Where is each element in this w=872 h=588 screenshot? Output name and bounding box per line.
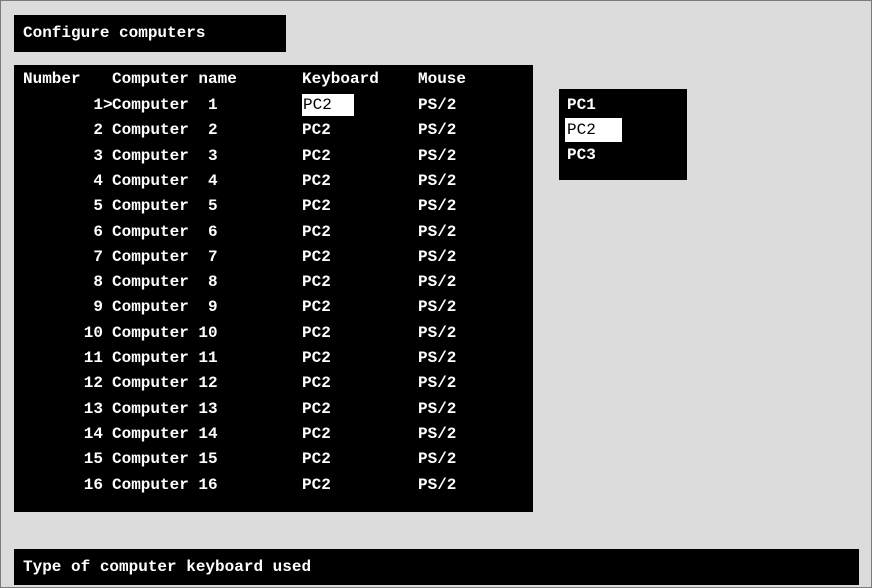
mouse-field[interactable]: PS/2 (418, 146, 456, 166)
keyboard-field[interactable]: PC2 (302, 348, 331, 368)
table-row[interactable]: 14 Computer 14 PC2 PS/2 (14, 424, 533, 449)
table-row[interactable]: 1 > Computer 1 PC2 PS/2 (14, 94, 533, 120)
mouse-field[interactable]: PS/2 (418, 449, 456, 469)
cursor-marker: > (103, 96, 113, 114)
computers-table: Number Computer name Keyboard Mouse 1 > Co… (14, 65, 533, 512)
table-row[interactable]: 9 Computer 9 PC2 PS/2 (14, 297, 533, 322)
keyboard-option[interactable]: PC2 (565, 118, 622, 142)
mouse-field[interactable]: PS/2 (418, 348, 456, 368)
row-number: 12 (83, 374, 103, 393)
keyboard-field[interactable]: PC2 (302, 424, 331, 444)
mouse-field[interactable]: PS/2 (418, 399, 456, 419)
computer-name: Computer 13 (112, 399, 218, 418)
table-row[interactable]: 6 Computer 6 PC2 PS/2 (14, 222, 533, 247)
mouse-field[interactable]: PS/2 (418, 323, 456, 343)
header-keyboard: Keyboard (302, 70, 379, 88)
computer-name: Computer 16 (112, 475, 218, 494)
computer-name: Computer 3 (112, 146, 218, 165)
table-row[interactable]: 12 Computer 12 PC2 PS/2 (14, 373, 533, 398)
row-number: 1 (93, 96, 103, 114)
mouse-field[interactable]: PS/2 (418, 373, 456, 393)
table-row[interactable]: 11 Computer 11 PC2 PS/2 (14, 348, 533, 373)
computer-name: Computer 7 (112, 247, 218, 266)
computer-name: Computer 12 (112, 374, 218, 393)
keyboard-field[interactable]: PC2 (302, 373, 331, 393)
computer-name: Computer 6 (112, 222, 218, 241)
table-row[interactable]: 3 Computer 3 PC2 PS/2 (14, 146, 533, 171)
keyboard-option[interactable]: PC1 (567, 95, 596, 115)
row-number: 6 (93, 222, 103, 241)
row-number: 7 (93, 247, 103, 266)
console-screen: Configure computers Number Computer name… (0, 0, 872, 588)
header-computer-name: Computer name (112, 70, 237, 88)
keyboard-field[interactable]: PC2 (302, 222, 331, 242)
table-row[interactable]: 5 Computer 5 PC2 PS/2 (14, 196, 533, 221)
keyboard-field[interactable]: PC2 (302, 272, 331, 292)
mouse-field[interactable]: PS/2 (418, 424, 456, 444)
mouse-field[interactable]: PS/2 (418, 297, 456, 317)
mouse-field[interactable]: PS/2 (418, 171, 456, 191)
computer-name: Computer 14 (112, 424, 218, 443)
row-number: 4 (93, 171, 103, 190)
row-number: 3 (93, 146, 103, 165)
keyboard-field[interactable]: PC2 (302, 323, 331, 343)
table-row[interactable]: 2 Computer 2 PC2 PS/2 (14, 120, 533, 145)
table-row[interactable]: 10 Computer 10 PC2 PS/2 (14, 323, 533, 348)
keyboard-option[interactable]: PC3 (567, 145, 596, 165)
keyboard-field[interactable]: PC2 (302, 247, 331, 267)
keyboard-field[interactable]: PC2 (302, 399, 331, 419)
mouse-field[interactable]: PS/2 (418, 247, 456, 267)
keyboard-field[interactable]: PC2 (302, 475, 331, 495)
status-bar: Type of computer keyboard used (14, 549, 859, 585)
computer-name: Computer 11 (112, 349, 218, 367)
row-number: 9 (93, 298, 103, 317)
keyboard-options-list: PC1 PC2 PC3 (559, 89, 687, 180)
computer-name: Computer 15 (112, 450, 218, 469)
mouse-field[interactable]: PS/2 (418, 272, 456, 292)
mouse-field[interactable]: PS/2 (418, 95, 456, 115)
computer-name: Computer 1 (112, 96, 218, 114)
table-row[interactable]: 15 Computer 15 PC2 PS/2 (14, 449, 533, 474)
mouse-field[interactable]: PS/2 (418, 222, 456, 242)
row-number: 11 (83, 349, 103, 367)
mouse-field[interactable]: PS/2 (418, 196, 456, 216)
row-number: 14 (83, 424, 103, 443)
computer-name: Computer 2 (112, 121, 218, 140)
row-number: 2 (93, 121, 103, 140)
table-row[interactable]: 8 Computer 8 PC2 PS/2 (14, 272, 533, 297)
keyboard-field[interactable]: PC2 (302, 449, 331, 469)
computer-name: Computer 9 (112, 298, 218, 317)
keyboard-field[interactable]: PC2 (302, 196, 331, 216)
row-number: 8 (93, 273, 103, 292)
row-number: 15 (83, 450, 103, 469)
computer-name: Computer 4 (112, 171, 218, 190)
mouse-field[interactable]: PS/2 (418, 120, 456, 140)
row-number: 16 (83, 475, 103, 494)
keyboard-field-active[interactable]: PC2 (302, 94, 354, 116)
row-number: 5 (93, 197, 103, 216)
computer-name: Computer 5 (112, 197, 218, 216)
computer-name: Computer 10 (112, 323, 218, 342)
table-row[interactable]: 13 Computer 13 PC2 PS/2 (14, 399, 533, 424)
keyboard-field[interactable]: PC2 (302, 120, 331, 140)
keyboard-field[interactable]: PC2 (302, 146, 331, 166)
table-row[interactable]: 16 Computer 16 PC2 PS/2 (14, 475, 533, 500)
header-number: Number (23, 70, 81, 88)
row-number: 13 (83, 399, 103, 418)
row-number: 10 (83, 323, 103, 342)
mouse-field[interactable]: PS/2 (418, 475, 456, 495)
table-row[interactable]: 7 Computer 7 PC2 PS/2 (14, 247, 533, 272)
header-mouse: Mouse (418, 70, 467, 88)
computer-name: Computer 8 (112, 273, 218, 292)
page-title: Configure computers (14, 15, 286, 52)
keyboard-field[interactable]: PC2 (302, 297, 331, 317)
table-row[interactable]: 4 Computer 4 PC2 PS/2 (14, 171, 533, 196)
keyboard-field[interactable]: PC2 (302, 171, 331, 191)
